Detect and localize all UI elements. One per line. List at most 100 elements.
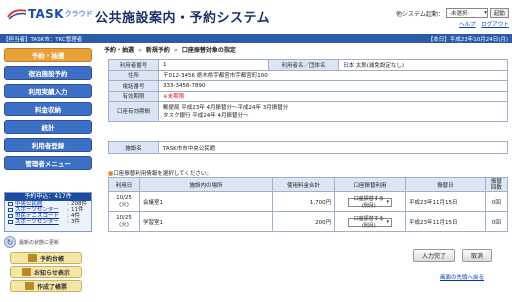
transfer-count: 0回 [484, 191, 509, 212]
refresh-icon[interactable]: ↻ [4, 236, 16, 248]
sidebar: 予約・抽選 宿泊施設予約 利用実績入力 料金収納 統計 利用者登録 管理者メニュ… [0, 44, 96, 302]
reservation-ledger-button[interactable]: 予約台帳 [10, 252, 82, 264]
checkbox[interactable] [8, 202, 13, 206]
cancel-button[interactable]: 取消 [462, 249, 492, 262]
user-name-value: 日本 太郎(減免設定なし) [338, 59, 508, 71]
transfer-option-value: 口座振替する(例月) [353, 216, 384, 230]
account-period-value: 郵便局 平成23年 4月振替分～平成24年 3月振替分 タスク銀行 平成24年 … [158, 101, 508, 122]
usage-table: 利用日 施設内の場所 使用料金合計 口座振替利用 振替日 振替 回数 10/25… [107, 177, 509, 232]
operator-info: 【担当者】TASK市：TKC管理者 [3, 37, 83, 43]
reservation-ledger-label: 予約台帳 [39, 255, 64, 263]
refresh-label[interactable]: 最新の状態に更新 [19, 239, 59, 246]
menu-statistics[interactable]: 統計 [4, 120, 92, 134]
col-place: 施設内の場所 [139, 177, 274, 192]
notice-label: お知らせ表示 [34, 269, 70, 277]
menu-lodging-reservation[interactable]: 宿泊施設予約 [4, 66, 92, 80]
system-select[interactable]: -未選択- ▾ [445, 8, 488, 18]
table-header-row: 利用日 施設内の場所 使用料金合計 口座振替利用 振替日 振替 回数 [107, 177, 509, 192]
transfer-date: 平成23年11月15日 [405, 191, 486, 212]
menu-user-registration[interactable]: 利用者登録 [4, 138, 92, 152]
account-line: 郵便局 平成23年 4月振替分～平成24年 3月振替分 [163, 104, 289, 111]
report-label: 作成了帳票 [36, 283, 67, 291]
report-icon [24, 282, 34, 290]
main-content: 予約・抽選» 新規予約» 口座振替対象の指定 利用者番号 1 利用者名／団体名 日本… [100, 44, 512, 302]
transfer-option-select[interactable]: 口座振替する(例月) ▾ [348, 216, 393, 230]
instruction-text: ■口座振替利用情報を選択してください。 [108, 169, 212, 177]
transfer-count: 0回 [484, 211, 509, 232]
facility-label: 施設名 [108, 141, 159, 154]
account-period-label: 口座有効期間 [108, 101, 159, 122]
transfer-option-cell: 口座振替する(例月) ▾ [334, 211, 407, 232]
user-info-table: 利用者番号 1 利用者名／団体名 日本 太郎(減免設定なし) 住所 〒012-3… [108, 59, 508, 122]
usage-fee: 200円 [272, 211, 336, 232]
address-label: 住所 [108, 69, 159, 81]
user-name-label: 利用者名／団体名 [268, 59, 339, 71]
today-date: 【本日】平成23年10月24日(月) [427, 37, 508, 43]
expiry-value: ※未期限 [158, 90, 508, 102]
breadcrumb-item: 新規予約 [145, 47, 170, 54]
brand-name: TASK [28, 7, 64, 21]
menu-fee-collection[interactable]: 料金収納 [4, 102, 92, 116]
breadcrumb-item: 口座振替対象の指定 [181, 47, 236, 54]
usage-date: 10/25 (火) [107, 191, 141, 212]
checkbox[interactable] [8, 220, 13, 224]
logout-link[interactable]: ログアウト [481, 22, 509, 28]
phone-value: 333-3456-7890 [158, 80, 508, 92]
usage-fee: 1,700円 [272, 191, 336, 212]
user-no-value: 1 [158, 59, 269, 71]
brand-sub: クラウド [64, 10, 93, 18]
transfer-date: 平成23年11月15日 [405, 211, 486, 232]
expiry-label: 有効期限 [108, 90, 159, 102]
back-to-top-link[interactable]: 画面の先頭へ戻る [440, 273, 484, 281]
report-button[interactable]: 作成了帳票 [10, 280, 82, 292]
brand-logo[interactable]: TASK クラウド [6, 6, 93, 22]
facility-value: TASK市市中央公民館 [158, 141, 508, 154]
start-button[interactable]: 起動 [489, 8, 509, 18]
application-summary-title: 予約申込：417件 [5, 193, 91, 201]
account-line: タスク銀行 平成24年 4月振替分～ [163, 112, 249, 119]
system-switch: 他システム起動： -未選択- ▾ 起動 [396, 8, 509, 18]
breadcrumb-item: 予約・抽選 [104, 47, 135, 54]
col-transfer-count: 振替 回数 [484, 177, 509, 192]
col-transfer-date: 振替日 [405, 177, 486, 192]
col-date: 利用日 [107, 177, 141, 192]
chevron-down-icon: ▾ [386, 199, 390, 206]
help-link[interactable]: ヘルプ [459, 22, 476, 28]
checkbox[interactable] [8, 208, 13, 212]
input-complete-button[interactable]: 入力完了 [413, 249, 455, 262]
usage-date: 10/25 (火) [107, 211, 141, 232]
system-select-value: -未選択- [448, 11, 470, 17]
checkbox[interactable] [8, 214, 13, 218]
chevron-down-icon: ▾ [386, 219, 390, 226]
phone-label: 電話番号 [108, 80, 159, 92]
table-row: 10/25 (火) 学習室1 200円 口座振替する(例月) ▾ 平成23年11月… [107, 211, 509, 232]
notice-button[interactable]: お知らせ表示 [10, 266, 82, 278]
book-icon [27, 254, 37, 262]
address-value: 〒012-3456 栃木県宇都宮市宇都宮町100 [158, 69, 508, 81]
facility-link[interactable]: スポーツセンター [15, 219, 67, 225]
menu-admin[interactable]: 管理者メニュー [4, 156, 92, 170]
menu-usage-record[interactable]: 利用実績入力 [4, 84, 92, 98]
system-switch-label: 他システム起動： [396, 10, 444, 18]
usage-place: 学習室1 [139, 211, 274, 232]
count: 3件 [71, 219, 80, 225]
header: TASK クラウド 公共施設案内・予約システム 他システム起動： -未選択- ▾… [0, 0, 512, 33]
transfer-option-cell: 口座振替する(例月) ▾ [334, 191, 407, 212]
transfer-option-value: 口座振替する(例月) [353, 196, 384, 210]
status-bar: 【担当者】TASK市：TKC管理者 【本日】平成23年10月24日(月) [0, 34, 512, 43]
chevron-down-icon: ▾ [484, 10, 487, 16]
app-title: 公共施設案内・予約システム [95, 11, 271, 26]
menu-reservation-lottery[interactable]: 予約・抽選 [4, 48, 92, 62]
transfer-option-select[interactable]: 口座振替する(例月) ▾ [348, 196, 393, 210]
notice-icon [22, 268, 32, 276]
col-transfer-use: 口座振替利用 [334, 177, 407, 192]
col-fee: 使用料金合計 [272, 177, 336, 192]
application-summary: 予約申込：417件 中央公民館 : 208件 スポーツセンター : 11件 市民… [4, 192, 92, 232]
facility-table: 施設名 TASK市市中央公民館 [108, 141, 508, 154]
table-row: 10/25 (火) 会議室1 1,700円 口座振替する(例月) ▾ 平成23年1… [107, 191, 509, 212]
logo-swirl-icon [7, 9, 27, 20]
usage-place: 会議室1 [139, 191, 274, 212]
refresh-control[interactable]: ↻ 最新の状態に更新 [4, 236, 59, 248]
user-no-label: 利用者番号 [108, 59, 159, 71]
list-item[interactable]: スポーツセンター : 3件 [5, 219, 91, 225]
